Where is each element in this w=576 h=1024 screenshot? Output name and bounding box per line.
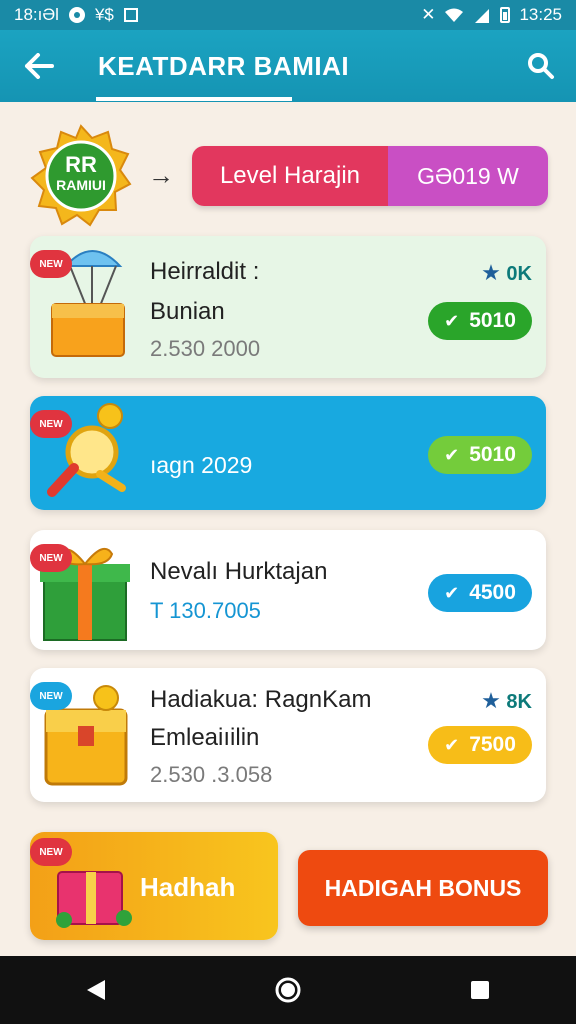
bonus-button[interactable]: HADIGAH BONUS — [298, 850, 548, 926]
points-value: 4500 — [469, 581, 516, 604]
system-nav-bar — [0, 956, 576, 1024]
gift-button-label: Hadhah — [140, 872, 236, 902]
level-pill[interactable]: Level Harajin GƏ019 W — [192, 146, 548, 206]
status-time-left: 18:ıƏl — [14, 5, 59, 24]
star-count: 0K — [506, 263, 532, 285]
card-title: Hadiakua: RagnKam — [150, 686, 372, 713]
app-notification-icon — [123, 8, 138, 22]
status-glyph: ¥$ — [94, 5, 114, 24]
reward-card[interactable]: NEW Nevalı Hurktajan T 130.7005 ✔ 4500 — [30, 530, 546, 650]
page-title: KEATDARR BAMIAI — [98, 50, 350, 81]
battery-icon — [500, 7, 511, 23]
search-button[interactable] — [506, 30, 576, 102]
search-icon — [528, 53, 554, 79]
back-button[interactable] — [0, 30, 78, 102]
card-meta: T 130.7005 — [150, 598, 261, 623]
star-badge: ★ 8K — [481, 688, 532, 714]
claim-points-button[interactable]: ✔ 5010 — [428, 436, 532, 474]
points-value: 5010 — [469, 443, 516, 466]
nav-back-button[interactable] — [56, 960, 136, 1020]
circle-home-icon — [275, 977, 301, 1003]
status-bar: 18:ıƏl ¥$ ✕ 13:25 — [0, 0, 576, 30]
medal-label-bottom: RAMIUI — [56, 177, 106, 193]
reward-card[interactable]: NEW ıagn 2029 ✔ 5010 — [30, 396, 546, 510]
tag-badge: NEW — [30, 682, 72, 710]
claim-points-button[interactable]: ✔ 4500 — [428, 574, 532, 612]
check-icon: ✔ — [444, 444, 460, 465]
tag-badge: NEW — [30, 250, 72, 278]
back-arrow-icon — [25, 53, 54, 79]
reward-card[interactable]: NEW Hadiakua: RagnKam Emleaiıilin 2.530 … — [30, 668, 546, 802]
level-medal: RR RAMIUI — [30, 124, 132, 228]
level-value: GƏ019 W — [417, 162, 519, 189]
tag-badge: NEW — [30, 838, 72, 866]
gift-button[interactable]: NEW Hadhah — [30, 832, 278, 940]
wifi-icon — [445, 8, 464, 22]
nav-recents-button[interactable] — [440, 960, 520, 1020]
square-recents-icon — [471, 981, 489, 999]
claim-points-button[interactable]: ✔ 5010 — [428, 302, 532, 340]
card-subtitle: Bunian — [150, 298, 225, 325]
level-row: RR RAMIUI → Level Harajin GƏ019 W — [30, 124, 550, 228]
app-bar: KEATDARR BAMIAI — [0, 30, 576, 102]
mute-icon: ✕ — [421, 5, 436, 24]
card-meta: ıagn 2029 — [150, 452, 253, 478]
star-badge: ★ 0K — [481, 260, 532, 286]
card-subtitle: Emleaiıilin — [150, 724, 260, 751]
signal-icon — [475, 9, 490, 23]
card-title: Nevalı Hurktajan — [150, 558, 328, 585]
star-icon: ★ — [481, 688, 501, 713]
points-value: 5010 — [469, 309, 516, 332]
star-count: 8K — [506, 691, 532, 713]
points-value: 7500 — [469, 733, 516, 756]
arrow-right-icon: → — [148, 160, 174, 190]
reward-card[interactable]: NEW Heirraldit : Bunian 2.530 2000 ★ 0K … — [30, 236, 546, 378]
notification-icon — [68, 7, 85, 23]
status-time-right: 13:25 — [519, 5, 562, 24]
card-meta: 2.530 2000 — [150, 336, 261, 361]
tag-badge: NEW — [30, 410, 72, 438]
check-icon: ✔ — [444, 734, 460, 755]
nav-home-button[interactable] — [248, 960, 328, 1020]
card-meta: 2.530 .3.058 — [150, 762, 273, 787]
claim-points-button[interactable]: ✔ 7500 — [428, 726, 532, 764]
triangle-back-icon — [87, 980, 105, 1000]
card-title: Heirraldit : — [150, 258, 260, 285]
bonus-button-label: HADIGAH BONUS — [324, 874, 522, 901]
tag-badge: NEW — [30, 544, 72, 572]
check-icon: ✔ — [444, 310, 460, 331]
active-tab-indicator — [96, 97, 292, 101]
medal-label-top: RR — [65, 152, 97, 177]
check-icon: ✔ — [444, 582, 460, 603]
level-label: Level Harajin — [219, 162, 361, 189]
star-icon: ★ — [481, 260, 501, 285]
